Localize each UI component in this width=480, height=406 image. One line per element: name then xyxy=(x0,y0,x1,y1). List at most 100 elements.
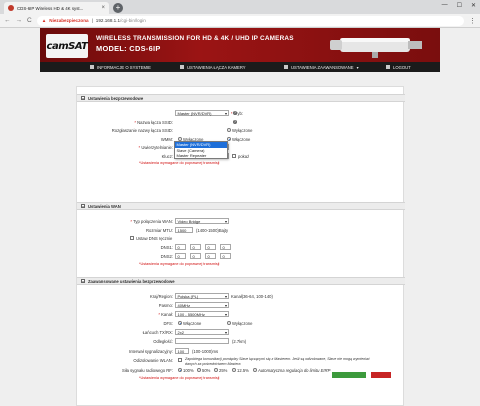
browser-tab[interactable]: CDS-6IP Wireless HD & 4K syst... × xyxy=(4,2,109,14)
section-title: Ustawienia bezprzewodowe xyxy=(88,95,144,101)
dns1-octet[interactable]: 0 xyxy=(190,244,201,250)
rf-50-label: 50% xyxy=(202,368,211,373)
collapse-icon[interactable]: − xyxy=(81,96,85,101)
new-tab-button[interactable]: + xyxy=(113,3,123,13)
beacon-hint: (100-1000)ms xyxy=(192,349,219,354)
txrx-label: Łańcuch TX/RX: xyxy=(142,330,173,335)
nav-logout[interactable]: LOGOUT xyxy=(386,62,411,72)
mode-select[interactable]: Master (NVR/DVR) xyxy=(175,110,229,116)
ssid-label-text: Nazwa łącza SSID: xyxy=(137,120,173,125)
help-icon[interactable]: ? xyxy=(233,111,237,115)
required-note: *Ustawienia wymagane do poprawnej transm… xyxy=(139,161,220,165)
required-note: *Ustawienia wymagane do poprawnej transm… xyxy=(139,262,220,266)
dns2-octet[interactable]: 0 xyxy=(220,253,231,259)
show-key-label: pokaż xyxy=(238,154,250,159)
channel-label-text: Kanał: xyxy=(161,312,173,317)
isolation-label: Odizolowanie WLAN: xyxy=(133,358,173,363)
info-icon xyxy=(90,65,94,69)
dns1-octet[interactable]: 0 xyxy=(220,244,231,250)
channel-select[interactable]: 100 - 5500MHz xyxy=(175,311,229,317)
nav-camera-link[interactable]: USTAWIENIA ŁĄCZA KAMERY xyxy=(180,62,246,72)
banner-tagline: WIRELESS TRANSMISSION FOR HD & 4K / UHD … xyxy=(96,35,294,42)
section-title: Zaawansowane ustawienia bezprzewodowe xyxy=(88,278,175,284)
rf-100-radio[interactable] xyxy=(178,368,182,372)
forward-icon[interactable]: → xyxy=(16,17,23,24)
hide-ssid-off-radio[interactable] xyxy=(227,128,231,132)
reload-icon[interactable]: C xyxy=(27,17,32,24)
section-advanced-header[interactable]: − Zaawansowane ustawienia bezprzewodowe xyxy=(77,277,405,285)
txrx-select[interactable]: 2x2 xyxy=(175,329,229,335)
dfs-on-radio[interactable] xyxy=(178,321,182,325)
mtu-input[interactable]: 1500 xyxy=(175,227,193,233)
nav-system-info[interactable]: INFORMACJE O SYSTEMIE xyxy=(90,62,151,72)
nav-label: INFORMACJE O SYSTEMIE xyxy=(97,64,151,70)
mode-dropdown-list: Master (NVR/DVR) Slave (Camera) Master R… xyxy=(174,141,228,159)
browser-menu-icon[interactable]: ⋮ xyxy=(469,17,476,25)
hide-ssid-off-label: Wyłączone xyxy=(232,128,253,133)
camera-link-icon xyxy=(180,65,184,69)
tab-title: CDS-6IP Wireless HD & 4K syst... xyxy=(17,5,84,11)
rf-25-label: 25% xyxy=(219,368,228,373)
nav-advanced[interactable]: USTAWIENIA ZAAWANSOWANE ▾ xyxy=(284,62,359,72)
rf-100-label: 100% xyxy=(183,368,194,373)
dns1-octet[interactable]: 0 xyxy=(205,244,216,250)
wan-type-select[interactable]: Video Bridge xyxy=(175,218,229,224)
browser-tabbar: CDS-6IP Wireless HD & 4K syst... × + — ☐… xyxy=(0,0,480,14)
banner-model: MODEL: CDS-6IP xyxy=(96,44,161,53)
rf-auto-label: Automatyczna regulacja do limitu EIRP xyxy=(258,368,331,373)
address-bar-row: ← → C ▲ Niezabezpieczona | 192.168.1.1/c… xyxy=(0,14,480,28)
dfs-on-label: Włączone xyxy=(183,321,202,326)
isolation-checkbox[interactable] xyxy=(178,358,182,362)
collapse-icon[interactable]: − xyxy=(81,279,85,284)
channel-label: * Kanał: xyxy=(158,312,173,317)
distance-slider[interactable] xyxy=(175,338,229,344)
logout-icon xyxy=(386,65,390,69)
section-title: Ustawienia WAN xyxy=(88,203,121,209)
dfs-label: DFS: xyxy=(163,321,173,326)
ssid-label: * Nazwa łącza SSID: xyxy=(134,120,173,125)
manual-dns-label: Ustaw DNS ręcznie xyxy=(136,236,173,241)
rf-auto-radio[interactable] xyxy=(253,368,257,372)
dns2-octet[interactable]: 0 xyxy=(175,253,186,259)
band-select[interactable]: 40MHz xyxy=(175,302,229,308)
save-button[interactable] xyxy=(332,372,366,378)
nav-label: LOGOUT xyxy=(393,64,411,70)
help-icon[interactable]: ? xyxy=(233,120,237,124)
manual-dns-checkbox[interactable] xyxy=(130,236,134,240)
url-path: /cgi-bin/login xyxy=(120,18,146,23)
window-close-icon[interactable]: ✕ xyxy=(471,2,476,9)
header-banner: camSAT WIRELESS TRANSMISSION FOR HD & 4K… xyxy=(40,28,440,62)
chevron-down-icon: ▾ xyxy=(356,64,359,70)
section-wireless-header[interactable]: − Ustawienia bezprzewodowe xyxy=(77,94,405,102)
minimize-icon[interactable]: — xyxy=(442,2,448,9)
distance-label: Odległość: xyxy=(153,339,173,344)
page: camSAT WIRELESS TRANSMISSION FOR HD & 4K… xyxy=(0,28,480,406)
collapse-icon[interactable]: − xyxy=(81,204,85,209)
dfs-off-radio[interactable] xyxy=(227,321,231,325)
mtu-label: Rozmiar MTU: xyxy=(146,228,173,233)
cancel-button[interactable] xyxy=(371,372,391,378)
camsat-logo: camSAT xyxy=(46,34,88,58)
rf-12-radio[interactable] xyxy=(232,368,236,372)
wan-type-label-text: Typ połączenia WAN: xyxy=(133,219,173,224)
section-wan-header[interactable]: − Ustawienia WAN xyxy=(77,202,405,210)
beacon-input[interactable]: 100 xyxy=(175,348,189,354)
rf-50-radio[interactable] xyxy=(197,368,201,372)
rf-25-radio[interactable] xyxy=(214,368,218,372)
favicon-icon xyxy=(8,5,14,11)
back-icon[interactable]: ← xyxy=(4,17,11,24)
show-key-checkbox[interactable] xyxy=(232,154,236,158)
auth-label: * Uwierzytelnianie: xyxy=(139,145,173,150)
url-field[interactable]: ▲ Niezabezpieczona | 192.168.1.1/cgi-bin… xyxy=(36,15,464,26)
mode-option[interactable]: Master Repeater xyxy=(175,153,227,159)
dns1-octet[interactable]: 0 xyxy=(175,244,186,250)
dns2-octet[interactable]: 0 xyxy=(190,253,201,259)
camera-illustration xyxy=(330,38,422,58)
dns2-octet[interactable]: 0 xyxy=(205,253,216,259)
rf-12-label: 12.5% xyxy=(237,368,249,373)
tab-close-icon[interactable]: × xyxy=(101,5,105,11)
maximize-icon[interactable]: ☐ xyxy=(457,2,462,9)
region-select[interactable]: Polska (PL) xyxy=(175,293,229,299)
mtu-hint: (1400-1500)Bajty xyxy=(196,228,229,233)
auth-label-text: Uwierzytelnianie: xyxy=(141,145,173,150)
